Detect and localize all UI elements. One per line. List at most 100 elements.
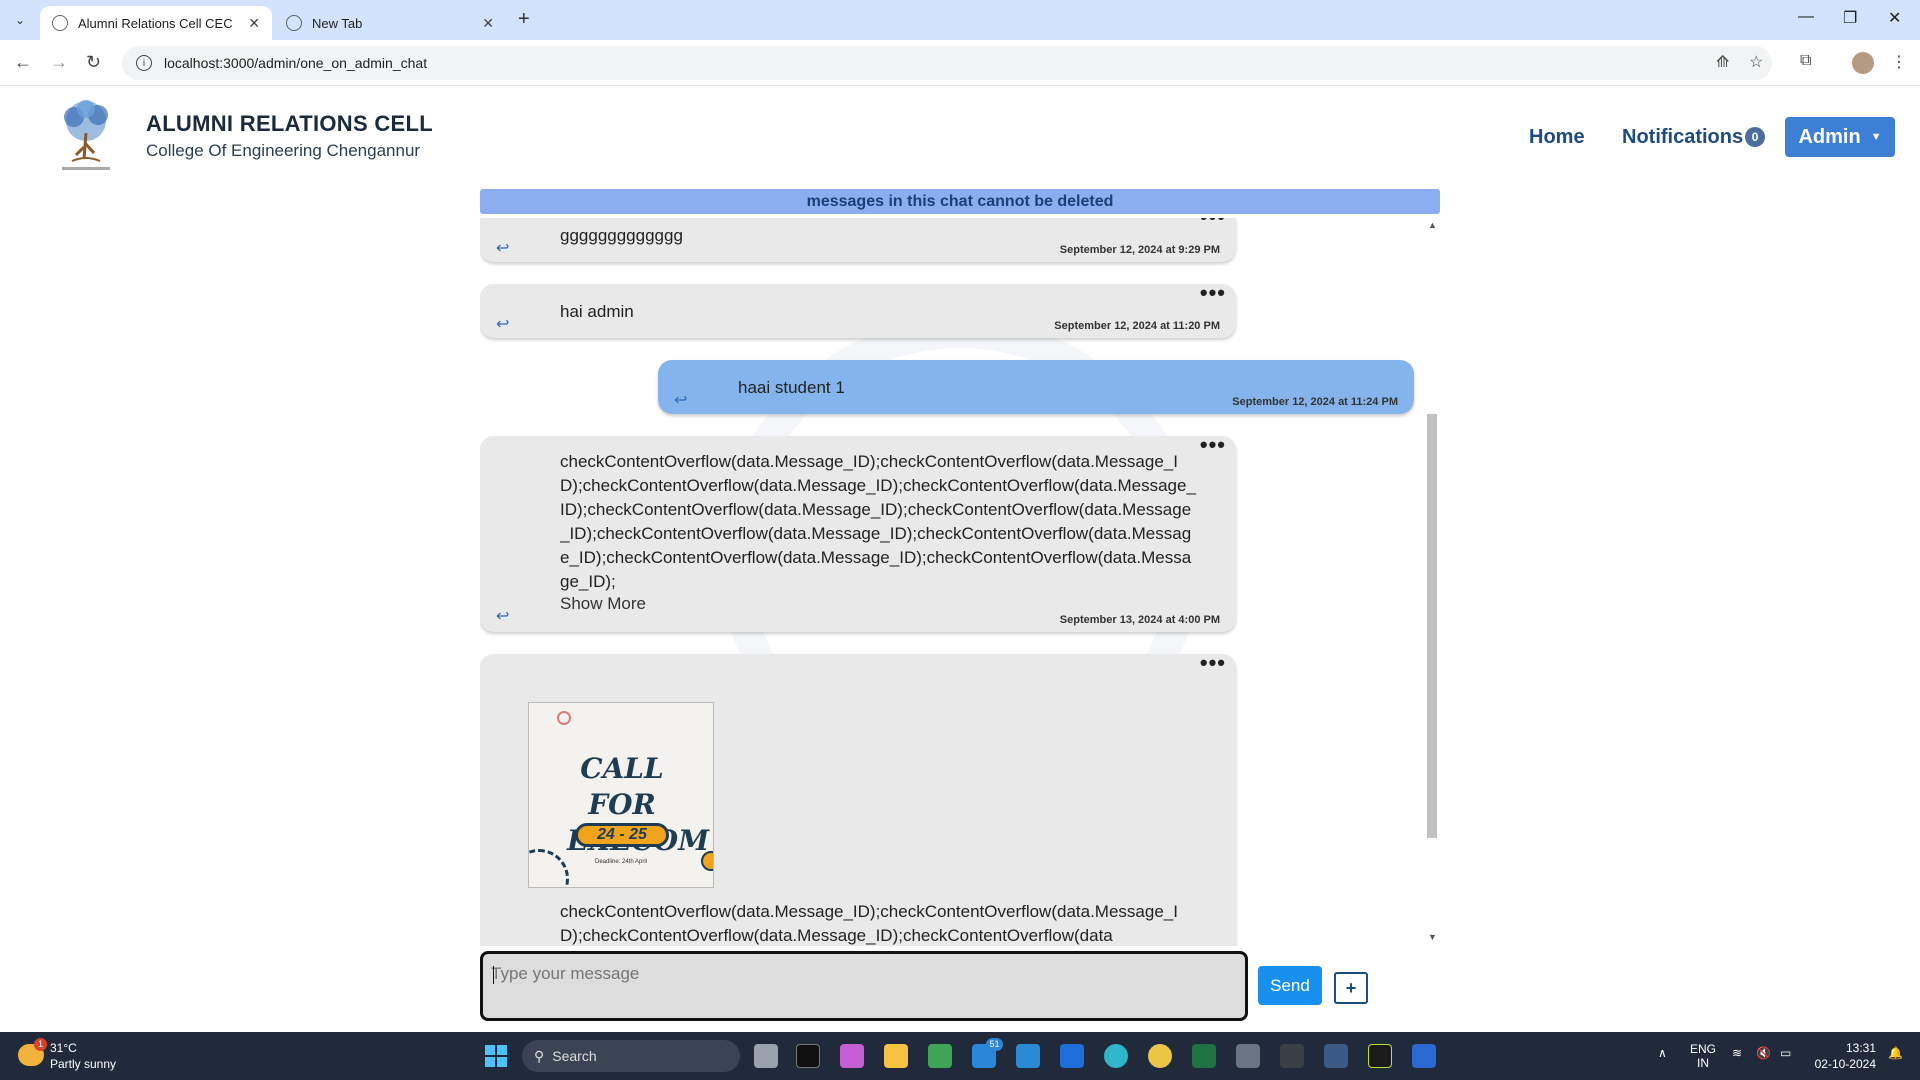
site-subtitle: College Of Engineering Chengannur	[146, 141, 421, 160]
volume-muted-icon[interactable]: 🔇	[1756, 1046, 1771, 1060]
battery-icon[interactable]: ▭	[1780, 1046, 1791, 1060]
weather-condition: Partly sunny	[50, 1057, 117, 1071]
poster-decoration	[701, 851, 713, 871]
windows-start-icon[interactable]	[485, 1045, 507, 1067]
browser-menu-icon[interactable]: ⋮	[1891, 52, 1907, 72]
green-app-icon[interactable]	[928, 1044, 952, 1068]
search-label: Search	[552, 1048, 597, 1064]
scroll-thumb[interactable]	[1427, 414, 1437, 838]
chat-messages-container[interactable]: ••• ggggggggggggg ↩ September 12, 2024 a…	[480, 218, 1440, 946]
bookmark-star-icon[interactable]: ☆	[1749, 52, 1763, 72]
admin-dropdown-button[interactable]: Admin ▼	[1785, 117, 1895, 157]
scroll-down-arrow-icon[interactable]: ▼	[1428, 932, 1437, 942]
terminal-icon[interactable]	[796, 1044, 820, 1068]
message-text: haai student 1	[738, 378, 845, 397]
poster-deadline: Deadline: 24th April	[595, 859, 648, 865]
message-options-icon[interactable]: •••	[1200, 218, 1226, 230]
search-icon: ⚲	[534, 1047, 545, 1064]
notepad-icon[interactable]	[1412, 1044, 1436, 1068]
region-code: IN	[1697, 1056, 1709, 1070]
poster-decoration	[529, 849, 569, 887]
own-chat-message: haai student 1 ↩ September 12, 2024 at 1…	[658, 360, 1414, 414]
globe-icon	[52, 15, 68, 31]
chat-message: ••• checkContentOverflow(data.Message_ID…	[480, 432, 1236, 632]
tab-search-chevron-icon[interactable]: ⌄	[8, 8, 32, 32]
windows-taskbar: 1 31°C Partly sunny ⚲ Search 51 ∧ ENG IN…	[0, 1032, 1920, 1080]
profile-avatar[interactable]	[1852, 52, 1874, 74]
message-options-icon[interactable]: •••	[1200, 650, 1226, 676]
task-view-icon[interactable]	[754, 1044, 778, 1068]
admin-label: Admin	[1798, 125, 1861, 148]
reply-icon[interactable]: ↩	[496, 314, 509, 334]
translate-icon[interactable]: ⟰	[1716, 52, 1729, 72]
browser-toolbar: ← → ↻ i localhost:3000/admin/one_on_admi…	[0, 40, 1920, 86]
message-input[interactable]	[491, 962, 1231, 986]
edge-icon[interactable]	[1104, 1044, 1128, 1068]
reply-icon[interactable]: ↩	[496, 238, 509, 258]
caret-down-icon: ▼	[1870, 131, 1882, 143]
reply-icon[interactable]: ↩	[674, 390, 687, 410]
nav-notifications-link[interactable]: Notifications 0	[1622, 126, 1766, 149]
site-title: ALUMNI RELATIONS CELL	[146, 111, 433, 136]
clock-time: 13:31	[1845, 1041, 1876, 1055]
no-delete-banner: messages in this chat cannot be deleted	[480, 189, 1440, 214]
extensions-icon[interactable]: ⧉	[1800, 52, 1811, 70]
mail-count-badge: 51	[986, 1038, 1003, 1051]
file-explorer-icon[interactable]	[884, 1044, 908, 1068]
taskbar-search[interactable]: ⚲ Search	[522, 1040, 740, 1072]
call-for-execom-poster-image[interactable]: CALL FOR EXECOM 24 - 25 Deadline: 24th A…	[528, 702, 714, 888]
vscode-icon[interactable]	[1016, 1044, 1040, 1068]
language-code: ENG	[1690, 1042, 1717, 1056]
minimize-icon[interactable]: —	[1798, 8, 1814, 26]
message-text: hai admin	[560, 302, 634, 321]
close-tab-icon[interactable]: ✕	[248, 15, 260, 32]
wifi-icon[interactable]: ≋	[1732, 1046, 1742, 1060]
restore-icon[interactable]: ❐	[1843, 8, 1857, 28]
globe-icon	[286, 15, 302, 31]
browser-tab-bar: ⌄ Alumni Relations Cell CEC ✕ New Tab ✕ …	[0, 0, 1920, 40]
chrome-icon[interactable]	[1148, 1044, 1172, 1068]
site-info-icon[interactable]: i	[136, 55, 152, 71]
message-composer[interactable]	[480, 951, 1248, 1021]
message-options-icon[interactable]: •••	[1200, 280, 1226, 306]
send-button[interactable]: Send	[1258, 966, 1322, 1005]
reply-icon[interactable]: ↩	[496, 606, 509, 626]
message-timestamp: September 12, 2024 at 11:24 PM	[1232, 396, 1398, 408]
message-text: checkContentOverflow(data.Message_ID);ch…	[560, 452, 1196, 591]
address-bar[interactable]: i localhost:3000/admin/one_on_admin_chat	[122, 46, 1772, 80]
new-tab-plus-icon[interactable]: +	[518, 8, 530, 31]
message-options-icon[interactable]: •••	[1200, 432, 1226, 458]
close-tab-icon[interactable]: ✕	[482, 15, 494, 32]
message-text: ggggggggggggg	[560, 226, 683, 245]
clock-date: 02-10-2024	[1814, 1057, 1876, 1071]
app-icon[interactable]	[1280, 1044, 1304, 1068]
tab-alumni-relations[interactable]: Alumni Relations Cell CEC ✕	[40, 6, 272, 40]
taskbar-clock[interactable]: 13:31 02-10-2024	[1810, 1040, 1876, 1072]
message-timestamp: September 12, 2024 at 9:29 PM	[1059, 244, 1220, 256]
reload-icon[interactable]: ↻	[86, 52, 101, 73]
tab-title: Alumni Relations Cell CEC	[78, 15, 233, 31]
tab-title: New Tab	[312, 15, 363, 31]
chat-message: ••• ggggggggggggg ↩ September 12, 2024 a…	[480, 218, 1236, 262]
pycharm-icon[interactable]	[1368, 1044, 1392, 1068]
lock-app-icon[interactable]	[1060, 1044, 1084, 1068]
forward-arrow-icon[interactable]: →	[50, 52, 68, 73]
show-more-link[interactable]: Show More	[560, 594, 646, 614]
nav-home-link[interactable]: Home	[1529, 126, 1585, 149]
back-arrow-icon[interactable]: ←	[14, 52, 32, 73]
copilot-icon[interactable]	[840, 1044, 864, 1068]
notification-bell-icon[interactable]: 🔔	[1888, 1046, 1903, 1060]
show-hidden-icons-chevron-icon[interactable]: ∧	[1658, 1046, 1667, 1060]
chat-scrollbar[interactable]: ▲ ▼	[1424, 218, 1440, 946]
message-timestamp: September 12, 2024 at 11:20 PM	[1054, 320, 1220, 332]
attach-button[interactable]: +	[1334, 972, 1368, 1004]
close-window-icon[interactable]: ✕	[1888, 8, 1901, 28]
scroll-up-arrow-icon[interactable]: ▲	[1428, 220, 1437, 230]
app-icon[interactable]	[1236, 1044, 1260, 1068]
app-icon[interactable]	[1324, 1044, 1348, 1068]
tab-new-tab[interactable]: New Tab ✕	[274, 6, 506, 40]
excel-icon[interactable]	[1192, 1044, 1216, 1068]
notifications-count-badge: 0	[1745, 127, 1766, 147]
language-indicator[interactable]: ENG IN	[1690, 1042, 1716, 1070]
weather-temperature: 31°C	[50, 1041, 77, 1055]
